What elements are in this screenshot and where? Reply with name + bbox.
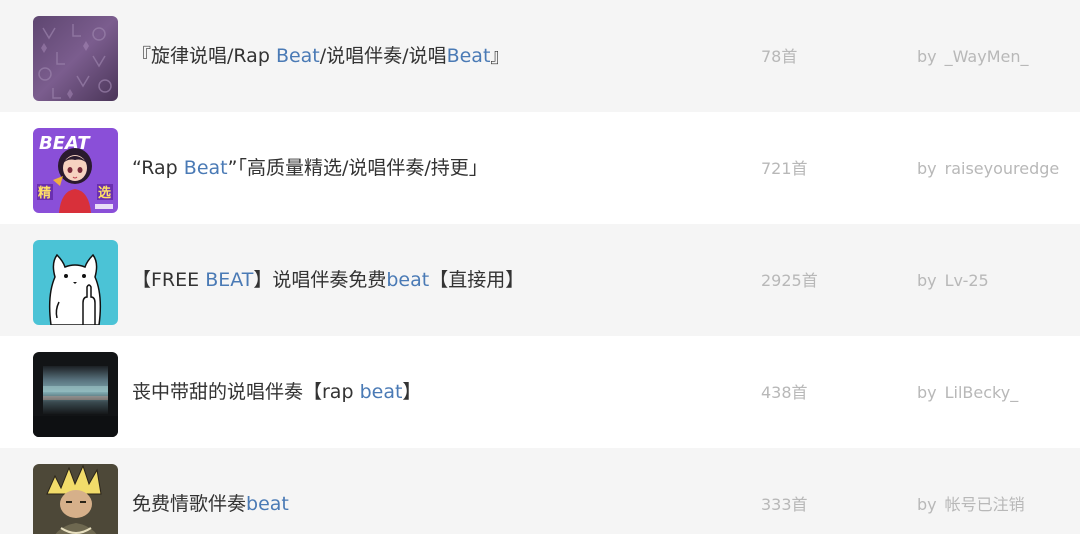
cover-text: 选 bbox=[98, 185, 111, 201]
title-highlight: Beat bbox=[183, 157, 228, 179]
title-highlight: beat bbox=[246, 493, 289, 515]
title-segment: “Rap bbox=[132, 157, 184, 179]
beat-anime-girl-cover: BEAT 精 选 bbox=[33, 128, 118, 213]
playlist-creator: by Lv-25 bbox=[917, 271, 989, 291]
title-highlight: Beat bbox=[446, 45, 491, 67]
title-highlight: beat bbox=[359, 381, 403, 403]
playlist-cover-image[interactable] bbox=[33, 464, 118, 534]
by-label: by bbox=[917, 383, 937, 402]
track-count: 721首 bbox=[761, 159, 808, 178]
creator-name-link[interactable]: Lv-25 bbox=[945, 271, 989, 290]
title-segment: 【FREE bbox=[132, 269, 206, 291]
playlist-title[interactable]: 『旋律说唱/Rap Beat/说唱伴奏/说唱Beat』 bbox=[132, 44, 509, 68]
white-cat-cover bbox=[33, 240, 118, 325]
playlist-creator: by LilBecky_ bbox=[917, 383, 1018, 403]
playlist-cover-image[interactable]: BEAT 精 选 bbox=[33, 128, 118, 213]
title-segment: 『旋律说唱/Rap bbox=[132, 45, 276, 67]
playlist-row[interactable]: 『旋律说唱/Rap Beat/说唱伴奏/说唱Beat』 78首 by _WayMe… bbox=[0, 0, 1080, 112]
title-segment: 】 bbox=[402, 381, 422, 403]
creator-name-link[interactable]: _WayMen_ bbox=[945, 47, 1029, 66]
track-count: 333首 bbox=[761, 495, 808, 514]
title-segment: 】说唱伴奏免费 bbox=[253, 269, 387, 291]
title-highlight: BEAT bbox=[205, 269, 254, 291]
title-segment: 丧中带甜的说唱伴奏【rap bbox=[132, 381, 360, 403]
title-segment: 』 bbox=[490, 45, 510, 67]
creator-name-link[interactable]: raiseyouredge bbox=[945, 159, 1060, 178]
by-label: by bbox=[917, 271, 937, 290]
title-segment: ”「高质量精选/说唱伴奏/持更」 bbox=[227, 157, 488, 179]
title-highlight: Beat bbox=[275, 45, 320, 67]
creator-name-link[interactable]: LilBecky_ bbox=[945, 383, 1019, 402]
playlist-row[interactable]: 免费情歌伴奏beat 333首 by 帐号已注销 bbox=[0, 448, 1080, 534]
cover-text: 精 bbox=[38, 185, 51, 201]
purple-monogram-cover bbox=[33, 16, 118, 101]
creator-name-link[interactable]: 帐号已注销 bbox=[945, 495, 1025, 514]
dark-beach-cover bbox=[33, 352, 118, 437]
playlist-row[interactable]: 丧中带甜的说唱伴奏【rap beat】 438首 by LilBecky_ bbox=[0, 336, 1080, 448]
blond-rapper-cover bbox=[33, 464, 118, 534]
playlist-creator: by 帐号已注销 bbox=[917, 495, 1025, 515]
title-highlight: beat bbox=[386, 269, 430, 291]
playlist-title[interactable]: 丧中带甜的说唱伴奏【rap beat】 bbox=[132, 380, 421, 404]
playlist-cover-image[interactable] bbox=[33, 352, 118, 437]
by-label: by bbox=[917, 47, 937, 66]
by-label: by bbox=[917, 159, 937, 178]
title-segment: 【直接用】 bbox=[429, 269, 525, 291]
title-segment: 免费情歌伴奏 bbox=[132, 493, 247, 515]
playlist-row[interactable]: BEAT 精 选 “Rap Beat”「高质量精选/说唱伴奏/持更」 721首 … bbox=[0, 112, 1080, 224]
playlist-title[interactable]: “Rap Beat”「高质量精选/说唱伴奏/持更」 bbox=[132, 156, 488, 180]
playlist-title[interactable]: 免费情歌伴奏beat bbox=[132, 492, 289, 516]
track-count: 78首 bbox=[761, 47, 798, 66]
track-count: 438首 bbox=[761, 383, 808, 402]
playlist-creator: by _WayMen_ bbox=[917, 47, 1028, 67]
playlist-cover-image[interactable] bbox=[33, 240, 118, 325]
playlist-cover-image[interactable] bbox=[33, 16, 118, 101]
by-label: by bbox=[917, 495, 937, 514]
playlist-creator: by raiseyouredge bbox=[917, 159, 1059, 179]
playlist-title[interactable]: 【FREE BEAT】说唱伴奏免费beat【直接用】 bbox=[132, 268, 524, 292]
title-segment: /说唱伴奏/说唱 bbox=[319, 45, 447, 67]
playlist-row[interactable]: 【FREE BEAT】说唱伴奏免费beat【直接用】 2925首 by Lv-25 bbox=[0, 224, 1080, 336]
track-count: 2925首 bbox=[761, 271, 818, 290]
playlist-list: 『旋律说唱/Rap Beat/说唱伴奏/说唱Beat』 78首 by _WayMe… bbox=[0, 0, 1080, 534]
